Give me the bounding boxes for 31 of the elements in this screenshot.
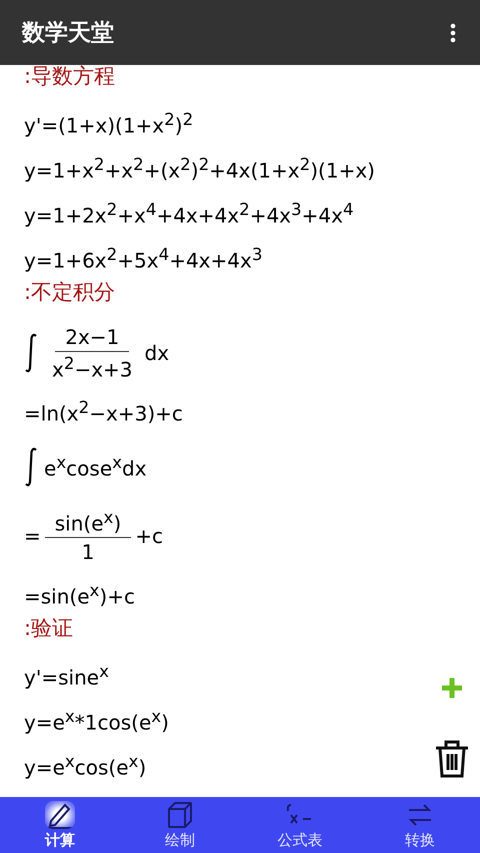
formula: =ln(x$^{2}$−x+3)+c: [24, 398, 183, 426]
formula: y'=sine$^{x}$: [24, 662, 109, 690]
denominator: x$^{2}$−x+3: [51, 352, 134, 382]
formula: y'=(1+x)(1+x$^{2}$)$^{2}$: [24, 110, 194, 138]
integral-sign-icon: [24, 333, 38, 373]
nav-tab[interactable]: 转换: [360, 797, 480, 853]
formula: =sin(e$^{x}$)+c: [24, 580, 135, 608]
section-heading: :不定积分: [24, 280, 116, 306]
trash-icon[interactable]: [434, 739, 470, 779]
cube-icon: [165, 800, 195, 828]
more-options-icon[interactable]: [450, 22, 456, 42]
section-heading: :导数方程: [24, 65, 116, 90]
formula: y=e$^{x}$*1cos(e$^{x}$): [24, 706, 169, 734]
formula: y=e$^{x}$cos(e$^{x}$): [24, 752, 146, 780]
section-heading: :验证: [24, 616, 74, 642]
formula: =: [24, 524, 41, 548]
nav-tab[interactable]: 计算: [0, 797, 120, 853]
formula: e$^{x}$cose$^{x}$dx: [44, 453, 147, 481]
nav-tab[interactable]: 公式表: [240, 797, 360, 853]
denominator: 1: [80, 539, 96, 564]
nav-tab[interactable]: 绘制: [120, 797, 240, 853]
formula: dx: [144, 341, 170, 365]
formula: y=1+2x$^{2}$+x$^{4}$+4x+4x$^{2}$+4x$^{3}$+4x$^{4}$: [24, 200, 354, 228]
formula: +c: [135, 524, 163, 548]
formula: y=1+6x$^{2}$+5x$^{4}$+4x+4x$^{3}$: [24, 244, 262, 272]
integral-sign-icon: [24, 447, 38, 487]
app-title: 数学天堂: [22, 19, 114, 48]
numerator: 2x−1: [55, 324, 130, 352]
formula: y=1+x$^{2}$+x$^{2}$+(x$^{2}$)$^{2}$+4x(1+x$^{2}$)(1+x): [24, 154, 375, 182]
numerator: sin(e$^{x}$): [44, 508, 132, 538]
pencil-icon: [45, 800, 75, 828]
